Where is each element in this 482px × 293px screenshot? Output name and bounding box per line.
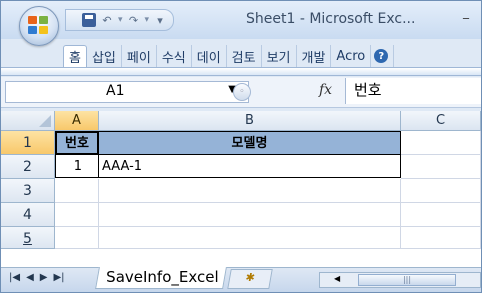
- office-logo-icon: [28, 16, 50, 36]
- column-header-b[interactable]: B: [99, 111, 401, 131]
- redo-icon[interactable]: ↷: [127, 13, 141, 27]
- sheet-tab-bar: |◀ ◀ ▶ ▶| SaveInfo_Excel ✱ ◀ |||: [1, 267, 481, 292]
- tab-view[interactable]: 보기: [262, 45, 297, 67]
- tab-data[interactable]: 데이: [192, 45, 227, 67]
- ribbon-tabs: 홈 삽입 페이 수식 데이 검토 보기 개발 Acro ?: [63, 45, 481, 67]
- scroll-left-icon[interactable]: ◀: [334, 273, 340, 285]
- title-bar: ↶ ▾ ↷ ▾ ▾ Sheet1 - Microsoft Exc... _: [1, 1, 481, 39]
- select-all-button[interactable]: [1, 111, 55, 131]
- tab-insert[interactable]: 삽입: [87, 45, 122, 67]
- cell-a2[interactable]: 1: [55, 154, 99, 178]
- sheet-tab-active[interactable]: SaveInfo_Excel: [95, 267, 227, 289]
- collapsed-ribbon: [1, 67, 481, 76]
- undo-icon[interactable]: ↶: [100, 13, 114, 27]
- office-button[interactable]: [19, 6, 59, 46]
- cell-c4[interactable]: [401, 203, 481, 227]
- cell-b3[interactable]: [99, 179, 401, 203]
- column-header-c[interactable]: C: [401, 111, 481, 131]
- tab-acrobat[interactable]: Acro: [331, 45, 372, 67]
- insert-function-icon[interactable]: fx: [319, 82, 332, 98]
- quick-access-toolbar: ↶ ▾ ↷ ▾ ▾: [65, 9, 175, 31]
- row-header-5[interactable]: 5: [1, 227, 55, 249]
- save-icon[interactable]: [82, 13, 96, 27]
- cell-c1[interactable]: [401, 131, 481, 155]
- cell-a4[interactable]: [55, 203, 99, 227]
- redo-dropdown-icon[interactable]: ▾: [145, 15, 150, 25]
- row-header-4[interactable]: 4: [1, 203, 55, 227]
- minimize-button[interactable]: _: [463, 5, 479, 21]
- horizontal-scrollbar[interactable]: ◀ |||: [319, 272, 481, 288]
- sheet-tab-label: SaveInfo_Excel: [106, 268, 219, 286]
- formula-bar: A1 ▼ ◦ fx 번호: [1, 77, 481, 108]
- next-sheet-icon[interactable]: ▶: [40, 272, 48, 283]
- cell-b2[interactable]: AAA-1: [98, 154, 401, 178]
- prev-sheet-icon[interactable]: ◀: [26, 272, 34, 283]
- cell-b1[interactable]: 모델명: [98, 131, 401, 155]
- help-icon: ?: [374, 49, 389, 63]
- first-sheet-icon[interactable]: |◀: [9, 272, 20, 283]
- cell-c2[interactable]: [401, 155, 481, 179]
- tab-developer[interactable]: 개발: [297, 45, 332, 67]
- tab-page-layout[interactable]: 페이: [122, 45, 157, 67]
- name-box[interactable]: A1 ▼: [5, 81, 249, 103]
- row-header-2[interactable]: 2: [1, 155, 55, 179]
- worksheet-grid[interactable]: A B C 1 2 3 4 5 번호 모델명 1 AAA-1: [1, 111, 481, 267]
- excel-window: ↶ ▾ ↷ ▾ ▾ Sheet1 - Microsoft Exc... _ 홈 …: [0, 0, 482, 293]
- insert-sheet-icon[interactable]: ✱: [227, 269, 273, 289]
- cell-a1[interactable]: 번호: [55, 131, 99, 155]
- cell-c5[interactable]: [401, 227, 481, 249]
- scroll-thumb[interactable]: |||: [358, 274, 456, 286]
- window-title: Sheet1 - Microsoft Exc...: [246, 11, 416, 27]
- last-sheet-icon[interactable]: ▶|: [53, 272, 64, 283]
- row-header-3[interactable]: 3: [1, 179, 55, 203]
- help-button[interactable]: ?: [371, 45, 395, 67]
- customize-qat-icon[interactable]: ▾: [153, 13, 167, 27]
- column-header-a[interactable]: A: [55, 111, 99, 131]
- tab-home[interactable]: 홈: [63, 45, 87, 67]
- cell-b5[interactable]: [99, 227, 401, 249]
- name-box-value: A1: [106, 83, 125, 99]
- undo-dropdown-icon[interactable]: ▾: [118, 15, 123, 25]
- sheet-nav: |◀ ◀ ▶ ▶|: [9, 272, 65, 283]
- tab-formulas[interactable]: 수식: [157, 45, 192, 67]
- cell-b4[interactable]: [99, 203, 401, 227]
- row-header-1[interactable]: 1: [1, 131, 55, 155]
- tab-review[interactable]: 검토: [227, 45, 262, 67]
- formula-input[interactable]: 번호: [345, 78, 481, 104]
- cell-c3[interactable]: [401, 179, 481, 203]
- formula-bar-resize-handle[interactable]: ◦: [233, 83, 251, 101]
- cell-a3[interactable]: [55, 179, 99, 203]
- cell-a5[interactable]: [55, 227, 99, 249]
